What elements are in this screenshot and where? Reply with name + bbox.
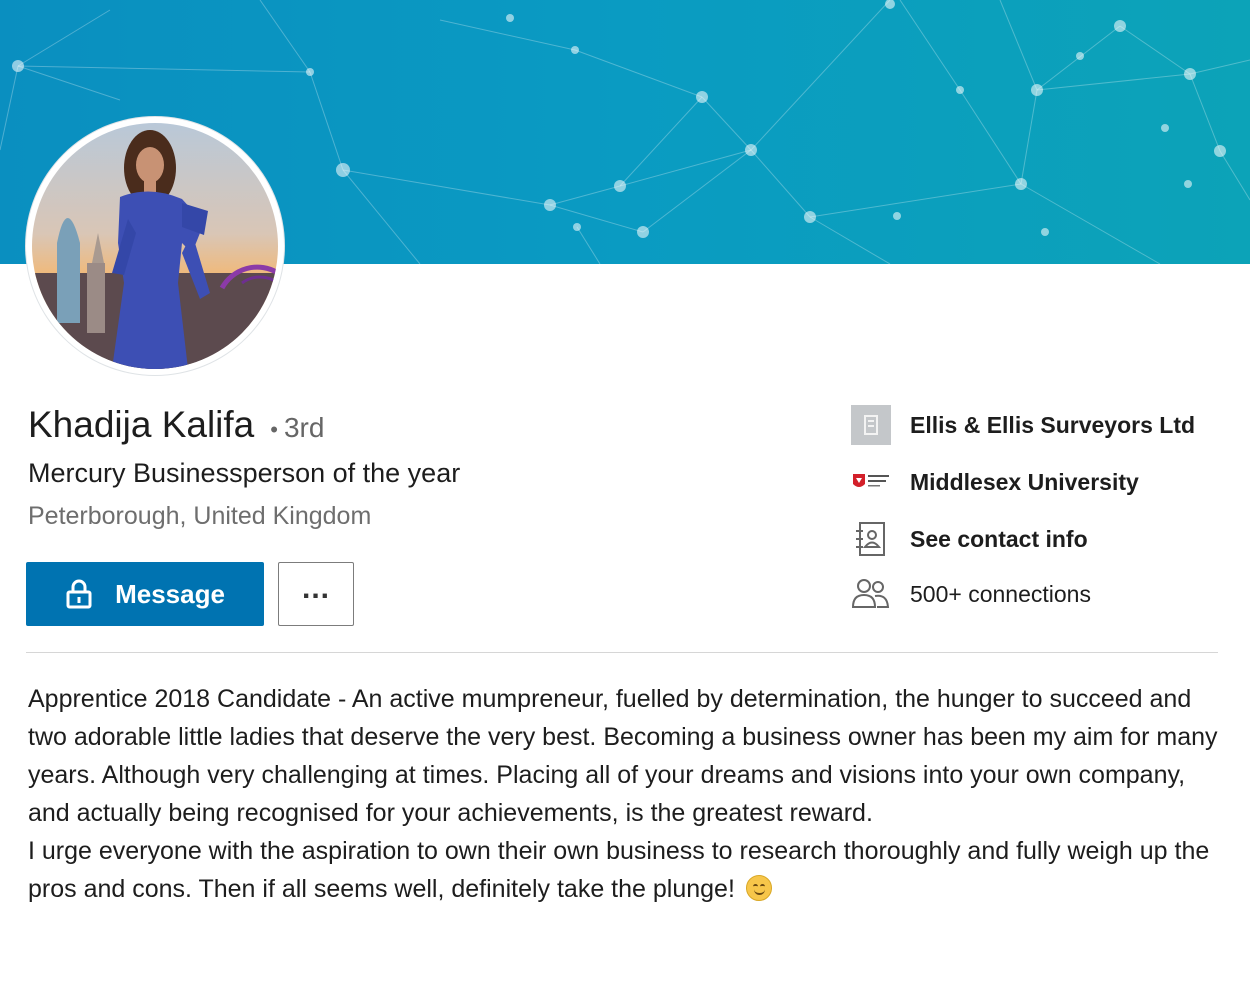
lock-icon bbox=[65, 579, 93, 609]
degree-label: 3rd bbox=[283, 412, 325, 443]
profile-headline: Mercury Businessperson of the year bbox=[28, 458, 461, 488]
smiling-face-emoji-icon bbox=[745, 875, 772, 901]
school-logo-icon bbox=[850, 461, 892, 503]
more-actions-button[interactable]: ... bbox=[278, 562, 354, 626]
about-paragraph-2-text: I urge everyone with the aspiration to o… bbox=[28, 837, 1210, 903]
about-paragraph-2: I urge everyone with the aspiration to o… bbox=[28, 832, 1218, 908]
profile-location: Peterborough, United Kingdom bbox=[28, 502, 372, 530]
more-actions-label: ... bbox=[301, 572, 330, 605]
degree-bullet: • bbox=[270, 417, 278, 442]
people-icon bbox=[850, 573, 892, 615]
education-school[interactable]: Middlesex University bbox=[850, 461, 1139, 503]
about-paragraph-1: Apprentice 2018 Candidate - An active mu… bbox=[28, 685, 1218, 827]
profile-name-row: Khadija Kalifa • 3rd bbox=[28, 404, 324, 446]
connection-degree: • 3rd bbox=[270, 412, 324, 444]
profile-photo[interactable] bbox=[26, 117, 284, 375]
company-name: Ellis & Ellis Surveyors Ltd bbox=[910, 411, 1196, 438]
school-name: Middlesex University bbox=[910, 468, 1139, 495]
contact-card-icon bbox=[850, 518, 892, 560]
building-icon bbox=[850, 404, 892, 446]
profile-name: Khadija Kalifa bbox=[28, 404, 255, 445]
message-button[interactable]: Message bbox=[26, 562, 264, 626]
connections-link[interactable]: 500+ connections bbox=[850, 573, 1091, 615]
profile-photo-image bbox=[32, 123, 278, 369]
about-summary: Apprentice 2018 Candidate - An active mu… bbox=[28, 680, 1218, 908]
contact-info-label: See contact info bbox=[910, 525, 1088, 552]
contact-info-link[interactable]: See contact info bbox=[850, 518, 1088, 560]
message-button-label: Message bbox=[115, 578, 225, 609]
current-company[interactable]: Ellis & Ellis Surveyors Ltd bbox=[850, 404, 1195, 446]
connections-count: 500+ connections bbox=[910, 580, 1091, 607]
section-divider bbox=[26, 652, 1218, 653]
